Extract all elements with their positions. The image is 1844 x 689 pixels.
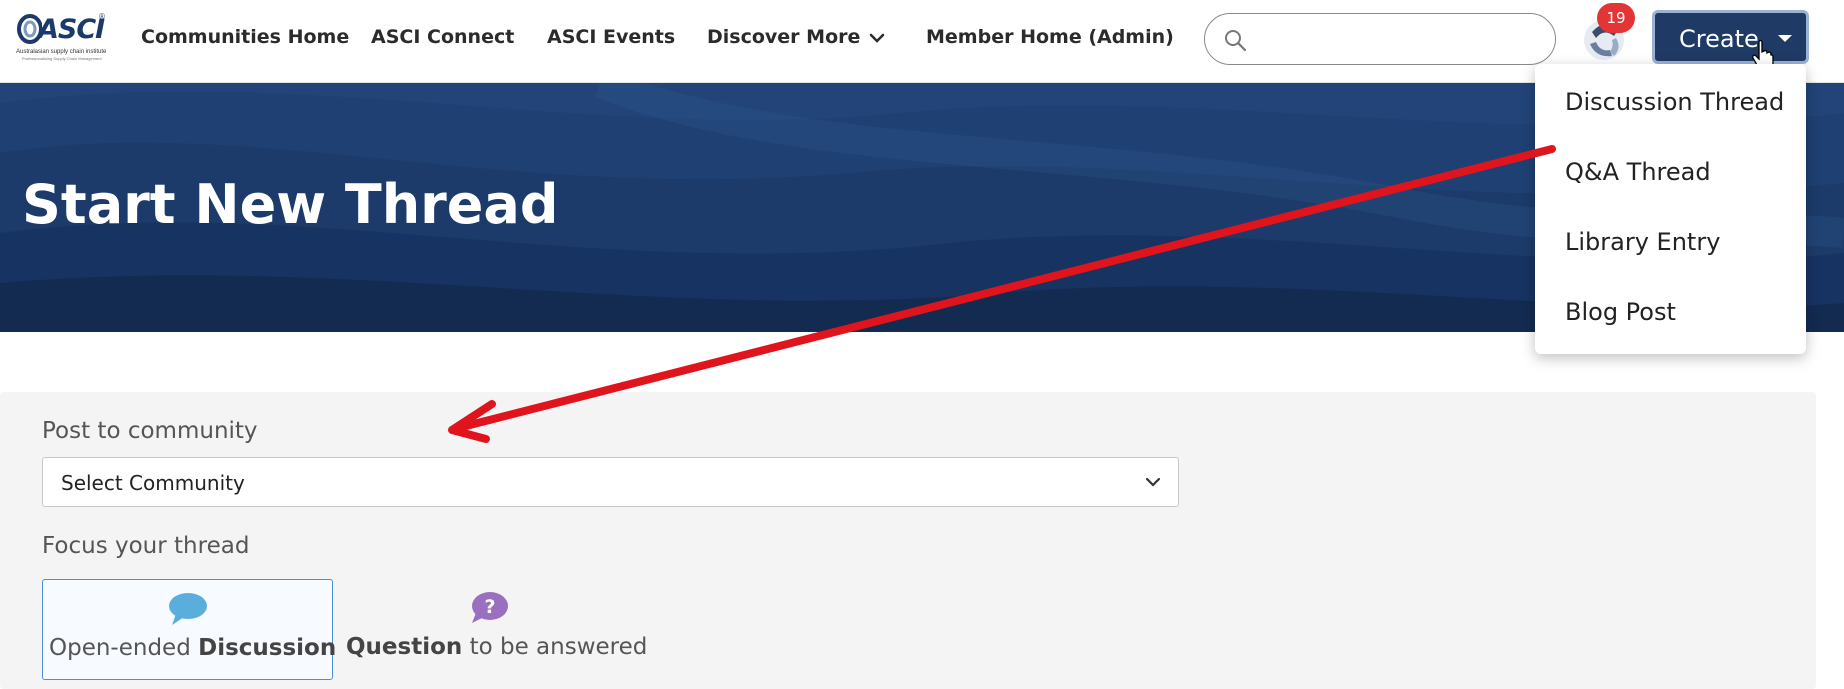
search-input[interactable] [1259, 22, 1539, 56]
logo-text: ASCI [38, 14, 105, 45]
community-field-label: Post to community [42, 418, 258, 444]
menu-item-library-entry[interactable]: Library Entry [1565, 228, 1720, 256]
logo[interactable]: ASCI ® Australasian supply chain institu… [16, 12, 110, 62]
speech-bubble-icon [168, 592, 208, 631]
create-button[interactable]: Create [1652, 10, 1809, 64]
menu-item-qa-thread[interactable]: Q&A Thread [1565, 158, 1711, 186]
discussion-prefix: Open-ended [49, 635, 199, 661]
registered-mark: ® [99, 12, 105, 21]
community-select-value: Select Community [61, 471, 245, 495]
page-title: Start New Thread [22, 173, 559, 236]
chevron-down-icon [1144, 475, 1162, 494]
caret-down-icon [1778, 35, 1792, 42]
chevron-down-icon [868, 27, 886, 49]
focus-option-discussion[interactable]: Open-ended Discussion [42, 579, 336, 680]
question-bubble-icon: ? [470, 591, 508, 630]
create-dropdown-menu: Discussion Thread Q&A Thread Library Ent… [1535, 64, 1806, 354]
nav-discover-more[interactable]: Discover More [707, 26, 886, 49]
question-suffix: to be answered [462, 634, 648, 660]
notification-badge[interactable]: 19 [1597, 3, 1635, 33]
create-button-label: Create [1679, 25, 1759, 53]
menu-item-discussion-thread[interactable]: Discussion Thread [1565, 88, 1784, 116]
focus-field-label: Focus your thread [42, 533, 250, 559]
focus-option-question[interactable]: ? Question to be answered [340, 579, 647, 680]
nav-asci-events[interactable]: ASCI Events [547, 26, 675, 48]
question-bold: Question [346, 634, 463, 660]
search-box[interactable] [1204, 13, 1556, 65]
focus-option-discussion-label: Open-ended Discussion [49, 635, 336, 661]
nav-communities-home[interactable]: Communities Home [141, 26, 349, 48]
menu-item-blog-post[interactable]: Blog Post [1565, 298, 1676, 326]
logo-tagline: Professionalising Supply Chain Managemen… [22, 56, 102, 61]
page: ASCI ® Australasian supply chain institu… [0, 0, 1844, 689]
logo-subtitle: Australasian supply chain institute [16, 49, 107, 55]
svg-text:?: ? [484, 596, 495, 618]
community-select[interactable]: Select Community [42, 457, 1179, 507]
nav-discover-more-label: Discover More [707, 26, 861, 48]
focus-option-question-label: Question to be answered [346, 634, 647, 660]
nav-asci-connect[interactable]: ASCI Connect [371, 26, 514, 48]
nav-member-home-admin[interactable]: Member Home (Admin) [926, 26, 1174, 48]
discussion-bold: Discussion [198, 635, 337, 661]
search-icon [1223, 28, 1247, 57]
